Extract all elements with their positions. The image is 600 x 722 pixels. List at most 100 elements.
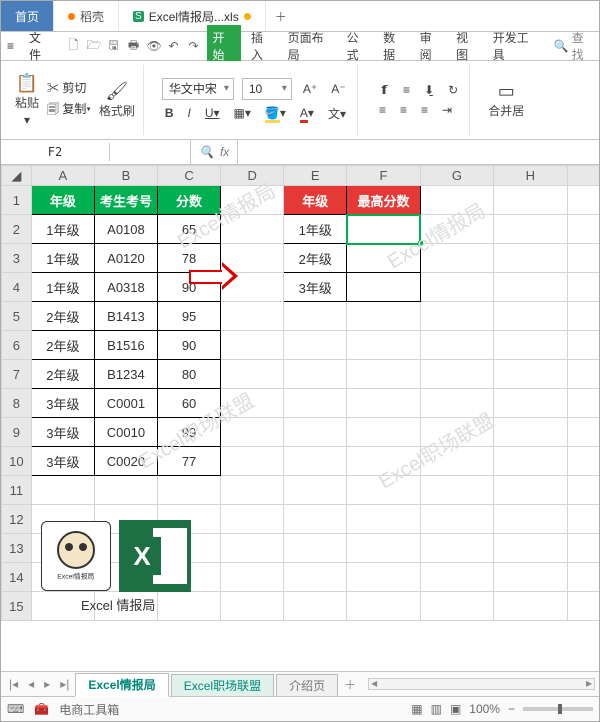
cell[interactable]: A0120: [94, 244, 157, 273]
cell[interactable]: [494, 331, 567, 360]
cell[interactable]: [347, 215, 420, 244]
cell[interactable]: [347, 389, 420, 418]
cell[interactable]: [221, 302, 284, 331]
cell[interactable]: [284, 476, 347, 505]
sheet-tab[interactable]: 介绍页: [276, 674, 338, 696]
cell[interactable]: [221, 244, 284, 273]
col-header[interactable]: I: [567, 166, 599, 186]
cell[interactable]: [494, 244, 567, 273]
cell[interactable]: [347, 563, 420, 592]
cell[interactable]: [494, 476, 567, 505]
view-reading-icon[interactable]: ▣: [450, 702, 461, 716]
row-header[interactable]: 5: [2, 302, 32, 331]
cell[interactable]: [567, 360, 599, 389]
cell[interactable]: C0020: [94, 447, 157, 476]
view-pagebreak-icon[interactable]: ▥: [431, 702, 442, 716]
underline-button[interactable]: U▾: [202, 105, 223, 121]
sheet-nav-first[interactable]: |◂: [5, 677, 22, 691]
status-mode-icon[interactable]: ⌨: [7, 702, 24, 716]
cell[interactable]: 最高分数: [347, 186, 420, 215]
cell[interactable]: [94, 476, 157, 505]
select-all-corner[interactable]: ◢: [2, 166, 32, 186]
cell[interactable]: 77: [158, 447, 221, 476]
menu-data[interactable]: 数据: [379, 27, 410, 65]
menu-pagelayout[interactable]: 页面布局: [284, 27, 337, 65]
paste-button[interactable]: 📋 粘贴▾: [15, 74, 39, 127]
cell[interactable]: [420, 273, 493, 302]
cell[interactable]: [420, 505, 493, 534]
cell[interactable]: 2年级: [31, 302, 94, 331]
cell[interactable]: [284, 360, 347, 389]
cell[interactable]: [567, 331, 599, 360]
menu-review[interactable]: 审阅: [416, 27, 447, 65]
cell[interactable]: 99: [158, 418, 221, 447]
cell[interactable]: [420, 534, 493, 563]
cell[interactable]: [567, 447, 599, 476]
row-header[interactable]: 15: [2, 592, 32, 621]
name-box[interactable]: F2: [1, 143, 110, 161]
cell[interactable]: 78: [158, 244, 221, 273]
row-header[interactable]: 11: [2, 476, 32, 505]
row-header[interactable]: 1: [2, 186, 32, 215]
row-header[interactable]: 10: [2, 447, 32, 476]
cell[interactable]: 分数: [158, 186, 221, 215]
col-header[interactable]: E: [284, 166, 347, 186]
fill-color-button[interactable]: 🪣▾: [262, 105, 289, 121]
cell[interactable]: [221, 534, 284, 563]
cell[interactable]: [347, 447, 420, 476]
cell[interactable]: [420, 186, 493, 215]
cell[interactable]: [567, 273, 599, 302]
cell[interactable]: [221, 563, 284, 592]
zoom-out-button[interactable]: −: [508, 702, 515, 716]
cell[interactable]: [284, 447, 347, 476]
cell[interactable]: 2年级: [31, 360, 94, 389]
cell[interactable]: [494, 186, 567, 215]
cell[interactable]: [347, 418, 420, 447]
cell[interactable]: [347, 302, 420, 331]
cell[interactable]: [567, 215, 599, 244]
row-header[interactable]: 8: [2, 389, 32, 418]
cut-button[interactable]: ✂ 剪切: [47, 79, 91, 96]
new-tab-button[interactable]: ＋: [266, 8, 296, 25]
cell[interactable]: [494, 360, 567, 389]
cell[interactable]: [347, 331, 420, 360]
row-header[interactable]: 6: [2, 331, 32, 360]
row-header[interactable]: 13: [2, 534, 32, 563]
cell[interactable]: [494, 215, 567, 244]
copy-button[interactable]: 🗐 复制▾: [47, 100, 91, 121]
search-box[interactable]: 🔍 查找: [554, 29, 593, 63]
cell[interactable]: [347, 592, 420, 621]
cell[interactable]: C0001: [94, 389, 157, 418]
phonetic-button[interactable]: ⽂▾: [325, 104, 349, 123]
cell[interactable]: [494, 505, 567, 534]
cell[interactable]: 年级: [31, 186, 94, 215]
cell[interactable]: [284, 505, 347, 534]
cell[interactable]: 1年级: [31, 273, 94, 302]
cell[interactable]: [221, 215, 284, 244]
sheet-nav-next[interactable]: ▸: [40, 677, 54, 691]
row-header[interactable]: 9: [2, 418, 32, 447]
cell[interactable]: 95: [158, 302, 221, 331]
cell[interactable]: 1年级: [31, 215, 94, 244]
qat-preview-icon[interactable]: 👁: [147, 39, 161, 53]
menu-insert[interactable]: 插入: [247, 27, 278, 65]
horizontal-scrollbar[interactable]: [368, 678, 595, 690]
cell[interactable]: [347, 244, 420, 273]
menu-formula[interactable]: 公式: [343, 27, 374, 65]
cell[interactable]: [284, 331, 347, 360]
sheet-nav-prev[interactable]: ◂: [24, 677, 38, 691]
cell[interactable]: [158, 592, 221, 621]
cell[interactable]: [494, 592, 567, 621]
col-header[interactable]: B: [94, 166, 157, 186]
cell[interactable]: [221, 331, 284, 360]
border-button[interactable]: ▦▾: [231, 105, 254, 121]
cell[interactable]: [420, 592, 493, 621]
cell[interactable]: [221, 389, 284, 418]
cell[interactable]: [494, 302, 567, 331]
sheet-tab[interactable]: Excel职场联盟: [171, 674, 274, 696]
cell[interactable]: [567, 302, 599, 331]
cell[interactable]: [567, 592, 599, 621]
row-header[interactable]: 4: [2, 273, 32, 302]
cell[interactable]: A0108: [94, 215, 157, 244]
cell[interactable]: 考生考号: [94, 186, 157, 215]
